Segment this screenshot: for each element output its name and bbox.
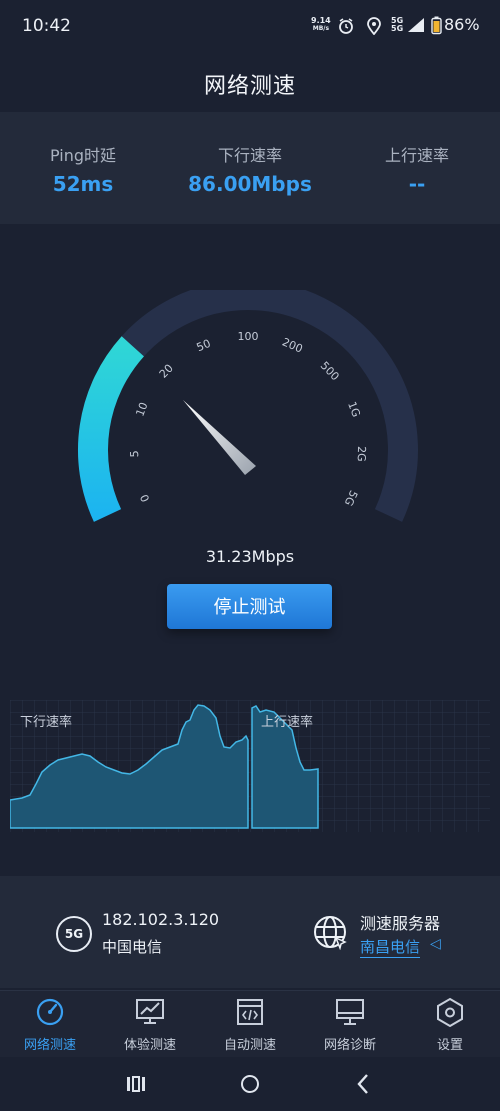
nav-label: 网络诊断: [323, 1038, 376, 1053]
signal-label-2: 5G: [391, 24, 404, 33]
back-icon[interactable]: [357, 1074, 368, 1094]
signal-bars-icon: [408, 18, 424, 32]
current-speed: 31.23Mbps: [205, 547, 295, 566]
carrier-name: 中国电信: [102, 938, 163, 956]
download-chart-label: 下行速率: [20, 714, 72, 730]
globe-icon: [314, 916, 347, 950]
gauge-tick-label: 5: [128, 450, 141, 457]
gauge-needle: [183, 400, 256, 475]
gauge-tick-label: 0: [138, 492, 153, 504]
bottom-navigation: 网络测速 体验测速 自动测速 网络诊断 设置: [0, 990, 500, 1057]
network-info-panel: 5G 182.102.3.120 中国电信 测速服务器 南昌电信 ◁: [0, 876, 500, 988]
speed-gauge: 0 5 10 20 50 100 200 5001G 2G 5G: [78, 290, 418, 522]
caret-left-icon[interactable]: ◁: [430, 936, 441, 952]
gauge-tick-label: 100: [238, 330, 259, 343]
nav-label: 网络测速: [23, 1038, 76, 1053]
nav-auto-test[interactable]: 自动测速: [200, 991, 300, 1057]
gauge-tick-label: 1G: [345, 400, 363, 419]
signal-indicator: 5G 5G: [391, 17, 403, 33]
network-speed-value: 9.14: [311, 16, 331, 25]
upload-stat: 上行速率 --: [334, 142, 500, 196]
gauge-tick-label: 200: [280, 335, 304, 355]
home-icon[interactable]: [241, 1075, 259, 1093]
gauge-tick-label: 20: [157, 362, 176, 381]
nav-label: 设置: [436, 1038, 463, 1053]
stats-panel: Ping时延 52ms 下行速率 86.00Mbps 上行速率 --: [0, 112, 500, 224]
battery-icon: [431, 16, 442, 35]
speedometer-icon: [36, 998, 64, 1026]
gauge-tick-label: 50: [195, 337, 213, 354]
ping-stat: Ping时延 52ms: [0, 142, 166, 196]
nav-speed-test[interactable]: 网络测速: [0, 991, 100, 1057]
nav-diagnosis[interactable]: 网络诊断: [300, 991, 400, 1057]
gauge-tick-label: 10: [133, 400, 150, 418]
gauge-progress: [78, 336, 145, 522]
ip-address: 182.102.3.120: [102, 910, 220, 929]
recent-apps-icon[interactable]: [127, 1076, 145, 1092]
upload-chart-label: 上行速率: [261, 714, 313, 730]
network-speed-unit: MB/s: [312, 25, 330, 32]
5g-badge-icon: 5G: [56, 916, 92, 952]
status-time: 10:42: [22, 16, 71, 36]
upload-label: 上行速率: [384, 146, 449, 165]
speed-history-chart: 下行速率 上行速率: [10, 700, 490, 832]
upload-value: --: [408, 172, 426, 196]
battery-level: 86%: [444, 15, 480, 34]
alarm-icon: [339, 18, 353, 34]
ping-value: 52ms: [52, 172, 114, 196]
gauge-tick-labels: 0 5 10 20 50 100 200 5001G 2G 5G: [128, 330, 368, 508]
nav-label: 体验测速: [123, 1038, 176, 1053]
nav-experience-test[interactable]: 体验测速: [100, 991, 200, 1057]
page-title: 网络测速: [203, 74, 296, 99]
location-icon: [367, 17, 381, 35]
network-speed: 9.14 MB/s: [311, 17, 331, 33]
server-selector[interactable]: 南昌电信: [360, 936, 421, 958]
ping-label: Ping时延: [49, 146, 117, 165]
server-title: 测速服务器: [360, 914, 441, 933]
monitor-icon: [336, 999, 364, 1025]
chart-monitor-icon: [136, 999, 164, 1024]
code-window-icon: [237, 999, 263, 1025]
download-value: 86.00Mbps: [188, 172, 312, 196]
status-bar: 10:42 9.14 MB/s 5G 5G 86%: [0, 0, 500, 54]
system-navigation: [127, 1074, 368, 1094]
download-label: 下行速率: [217, 146, 282, 165]
stop-test-button[interactable]: 停止测试: [167, 584, 332, 629]
nav-label: 自动测速: [223, 1038, 276, 1053]
gauge-tick-label: 2G: [355, 446, 369, 462]
gauge-tick-label: 5G: [342, 488, 360, 508]
download-stat: 下行速率 86.00Mbps: [167, 142, 333, 196]
gauge-tick-label: 500: [318, 359, 342, 383]
settings-hexagon-icon: [437, 997, 463, 1028]
nav-settings[interactable]: 设置: [400, 991, 500, 1057]
